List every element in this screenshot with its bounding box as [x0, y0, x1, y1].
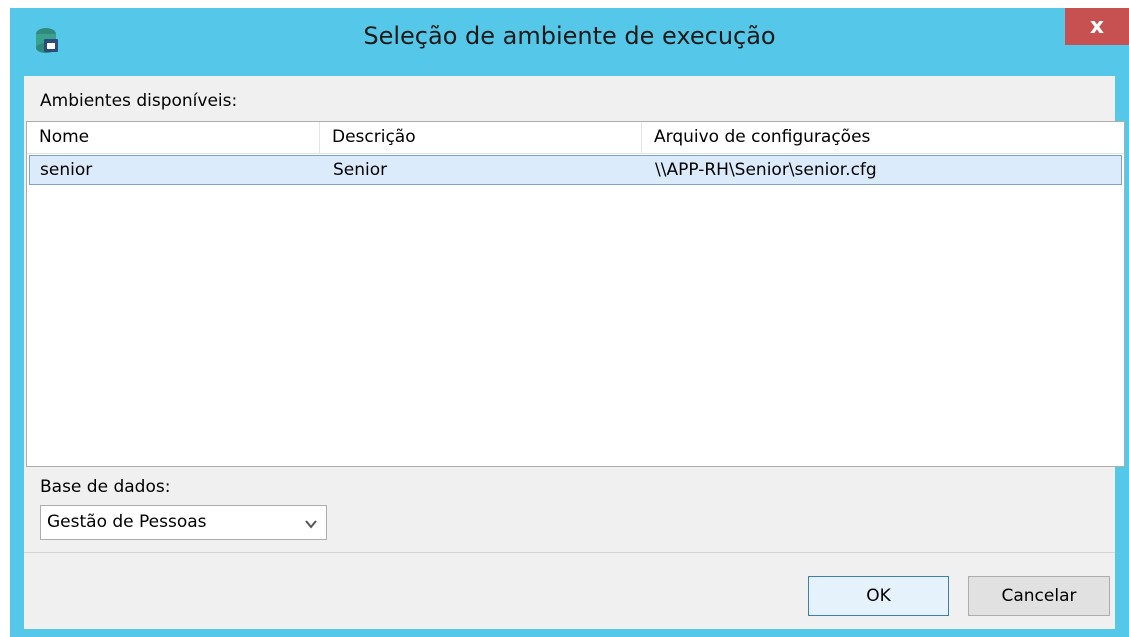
chevron-down-icon[interactable]: [304, 516, 318, 530]
list-header: Nome Descrição Arquivo de configurações: [27, 122, 1124, 154]
title-bar[interactable]: Seleção de ambiente de execução x: [10, 8, 1129, 76]
divider: [24, 552, 1115, 553]
close-button[interactable]: x: [1065, 8, 1129, 45]
environments-label: Ambientes disponíveis:: [40, 91, 238, 111]
column-header-descricao[interactable]: Descrição: [320, 122, 642, 153]
database-select[interactable]: Gestão de Pessoas: [40, 505, 327, 540]
ok-button[interactable]: OK: [808, 576, 949, 616]
database-label: Base de dados:: [40, 477, 171, 497]
column-header-nome[interactable]: Nome: [27, 122, 320, 153]
cell-nome: senior: [40, 160, 93, 180]
window-title: Seleção de ambiente de execução: [363, 22, 776, 50]
environments-list[interactable]: Nome Descrição Arquivo de configurações …: [26, 121, 1125, 467]
cancel-button[interactable]: Cancelar: [968, 576, 1110, 616]
dialog-window: Seleção de ambiente de execução x Ambien…: [10, 8, 1129, 637]
dialog-body: Ambientes disponíveis: Nome Descrição Ar…: [24, 76, 1125, 629]
cell-arquivo: \\APP-RH\Senior\senior.cfg: [655, 160, 877, 180]
database-selected-value: Gestão de Pessoas: [47, 512, 207, 532]
column-header-arquivo[interactable]: Arquivo de configurações: [642, 122, 1124, 153]
table-row[interactable]: senior Senior \\APP-RH\Senior\senior.cfg: [29, 155, 1122, 185]
cell-descricao: Senior: [333, 160, 388, 180]
